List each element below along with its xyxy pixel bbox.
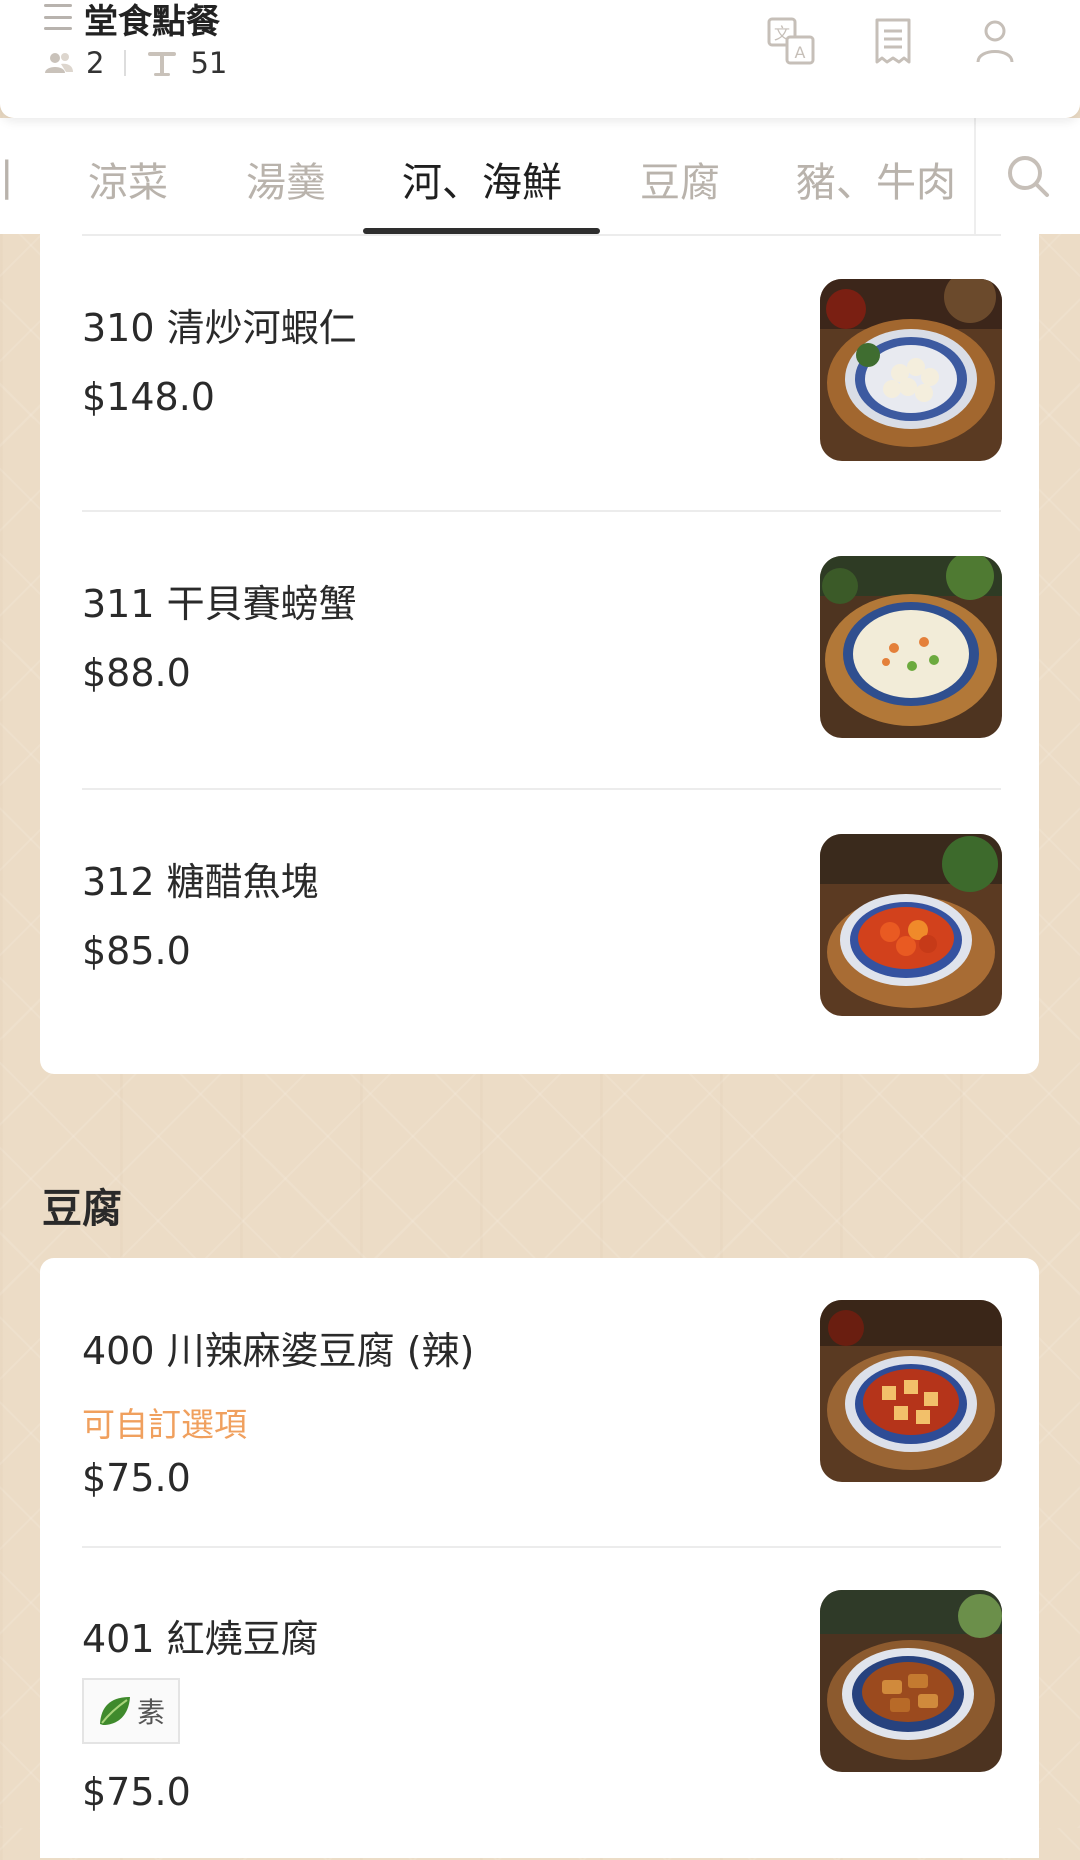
table-info: 2 51	[44, 46, 227, 80]
tab-partial[interactable]: |	[0, 154, 13, 200]
guest-count: 2	[86, 46, 105, 80]
active-tab-indicator	[363, 228, 600, 234]
menu-item[interactable]: 401 紅燒豆腐 素 $75.0	[40, 1548, 1039, 1860]
item-name: 312 糖醋魚塊	[82, 860, 319, 904]
leaf-icon	[99, 1697, 130, 1725]
translate-icon[interactable]: 文 A	[766, 16, 816, 66]
menu-card-seafood: 310 清炒河蝦仁 $148.0 311 干貝賽螃蟹 $88.0 312 糖醋魚…	[40, 234, 1039, 1074]
vegetarian-badge: 素	[82, 1678, 180, 1744]
tab-soups[interactable]: 湯羹	[246, 150, 326, 208]
item-name: 310 清炒河蝦仁	[82, 306, 357, 350]
item-price: $75.0	[82, 1456, 191, 1500]
item-price: $88.0	[82, 651, 191, 695]
search-button[interactable]	[974, 118, 1080, 234]
dish-photo[interactable]	[820, 1300, 1002, 1482]
tab-cold-dishes[interactable]: 涼菜	[88, 150, 168, 208]
item-price: $75.0	[82, 1770, 191, 1814]
item-name: 401 紅燒豆腐	[82, 1617, 319, 1661]
menu-item[interactable]: 310 清炒河蝦仁 $148.0	[40, 234, 1039, 510]
menu-item[interactable]: 400 川辣麻婆豆腐 (辣) 可自訂選項 $75.0	[40, 1258, 1039, 1546]
customizable-label: 可自訂選項	[82, 1405, 247, 1444]
user-icon[interactable]	[970, 16, 1020, 66]
tab-pork-beef[interactable]: 豬、牛肉	[796, 150, 956, 208]
divider	[124, 50, 127, 76]
table-number: 51	[190, 46, 228, 80]
dish-photo[interactable]	[820, 834, 1002, 1016]
svg-text:A: A	[795, 43, 806, 62]
menu-item[interactable]: 312 糖醋魚塊 $85.0	[40, 790, 1039, 1066]
guests-icon	[45, 53, 73, 73]
section-title-tofu: 豆腐	[42, 1186, 122, 1232]
table-icon	[148, 52, 177, 76]
tab-seafood[interactable]: 河、海鮮	[402, 150, 562, 208]
menu-card-tofu: 400 川辣麻婆豆腐 (辣) 可自訂選項 $75.0 401 紅燒豆腐 素 $7…	[40, 1258, 1039, 1858]
tab-tofu[interactable]: 豆腐	[640, 150, 720, 208]
vegetarian-label: 素	[136, 1696, 165, 1729]
menu-item[interactable]: 311 干貝賽螃蟹 $88.0	[40, 512, 1039, 788]
page-title: 堂食點餐	[84, 2, 220, 42]
item-price: $148.0	[82, 375, 215, 419]
dish-photo[interactable]	[820, 1590, 1002, 1772]
category-tabs: | 涼菜 湯羹 河、海鮮 豆腐 豬、牛肉	[0, 118, 1080, 234]
dish-photo[interactable]	[820, 279, 1002, 461]
app-header: 堂食點餐 2 51 文 A	[0, 0, 1080, 118]
dish-photo[interactable]	[820, 556, 1002, 738]
menu-icon[interactable]	[44, 4, 72, 30]
search-icon	[1008, 156, 1049, 197]
item-name: 400 川辣麻婆豆腐 (辣)	[82, 1329, 475, 1373]
item-name: 311 干貝賽螃蟹	[82, 582, 357, 626]
item-price: $85.0	[82, 929, 191, 973]
orders-icon[interactable]	[868, 16, 918, 66]
